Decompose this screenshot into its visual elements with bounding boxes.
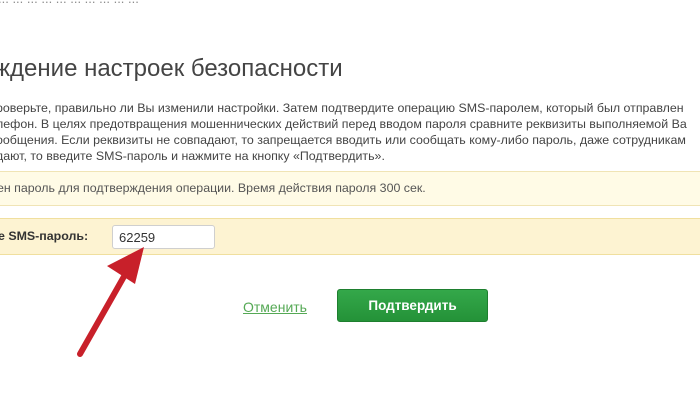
page-title: ждение настроек безопасности <box>0 55 343 82</box>
security-settings-confirmation-page: ... ... ... ... ... ... ... ... ... ... … <box>0 0 700 402</box>
password-sent-notice: ен пароль для подтверждения операции. Вр… <box>0 171 700 206</box>
cancel-link[interactable]: Отменить <box>243 299 307 315</box>
instructions-line: дают, то введите SMS-пароль и нажмите на… <box>0 149 385 163</box>
instructions-line: ообщения. Если реквизиты не совпадают, т… <box>0 133 686 147</box>
notice-text: ен пароль для подтверждения операции. Вр… <box>0 181 426 195</box>
instructions-line: роверьте, правильно ли Вы изменили настр… <box>0 101 684 115</box>
instructions-line: лефон. В целях предотвращения мошенничес… <box>0 117 687 131</box>
sms-password-row: е SMS-пароль: <box>0 218 700 255</box>
sms-password-label: е SMS-пароль: <box>0 229 89 243</box>
instructions-text: роверьте, правильно ли Вы изменили настр… <box>0 100 700 164</box>
cropped-top-text: ... ... ... ... ... ... ... ... ... ... <box>0 0 139 6</box>
confirm-button[interactable]: Подтвердить <box>337 289 488 322</box>
sms-password-input[interactable] <box>112 225 215 249</box>
